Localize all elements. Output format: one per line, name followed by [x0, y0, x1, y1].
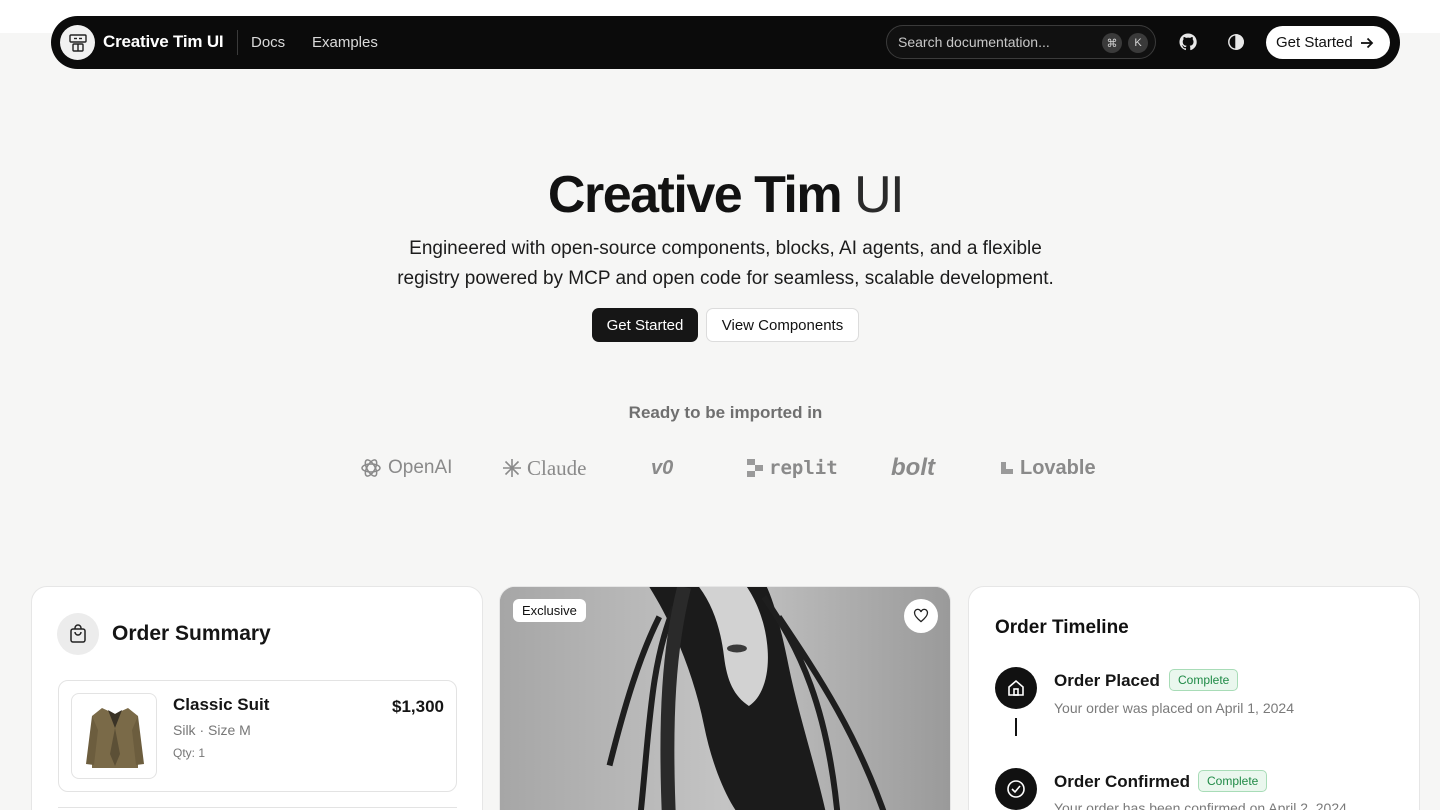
- nav-link-docs[interactable]: Docs: [251, 34, 285, 51]
- view-components-button[interactable]: View Components: [706, 308, 859, 342]
- status-badge: Complete: [1198, 770, 1268, 792]
- nav-divider: [237, 30, 238, 55]
- logo-openai-label: OpenAI: [388, 457, 453, 478]
- nav-link-examples[interactable]: Examples: [312, 34, 378, 51]
- timeline-step-name: Order Placed: [1054, 671, 1160, 690]
- claude-icon: [503, 459, 521, 477]
- timeline-connector: [1015, 718, 1017, 736]
- hero-title: Creative Tim UI: [0, 165, 1440, 225]
- item-name: Classic Suit: [173, 695, 270, 714]
- lovable-icon: [1001, 462, 1013, 474]
- shortcut-cmd-key: ⌘: [1102, 33, 1122, 53]
- timeline-step-description: Your order was placed on April 1, 2024: [1054, 700, 1294, 716]
- get-started-nav-label: Get Started: [1276, 34, 1353, 51]
- item-quantity: Qty: 1: [173, 746, 206, 760]
- logo-claude-label: Claude: [527, 455, 587, 480]
- order-timeline-card: Order Timeline Order Placed Complete You…: [968, 586, 1420, 810]
- github-icon[interactable]: [1177, 31, 1199, 53]
- logo-bolt-label: bolt: [891, 454, 935, 481]
- product-image-card[interactable]: Exclusive: [499, 586, 951, 810]
- logo-v0: v0: [651, 454, 673, 482]
- order-summary-card: Order Summary Classic Suit Silk · Size M…: [31, 586, 483, 810]
- brand-name[interactable]: Creative Tim UI: [103, 32, 224, 52]
- hero-title-bold: Creative Tim: [547, 166, 843, 224]
- hero-title-light: UI: [854, 166, 905, 224]
- logo-v0-label: v0: [651, 456, 674, 479]
- home-icon: [995, 667, 1037, 709]
- order-item[interactable]: Classic Suit Silk · Size M Qty: 1 $1,300: [58, 680, 457, 792]
- openai-icon: [361, 459, 381, 477]
- search-box[interactable]: ⌘ K: [886, 25, 1156, 59]
- logo-openai: OpenAI: [359, 454, 452, 482]
- arrow-right-icon: [1360, 37, 1373, 48]
- order-summary-title: Order Summary: [112, 622, 271, 645]
- heart-icon[interactable]: [904, 599, 938, 633]
- status-badge: Complete: [1169, 669, 1239, 691]
- theme-toggle-icon[interactable]: [1225, 31, 1247, 53]
- integrations-heading: Ready to be imported in: [628, 403, 823, 422]
- timeline-step-description: Your order has been confirmed on April 2…: [1054, 800, 1347, 810]
- search-input[interactable]: [898, 26, 1098, 58]
- logo-replit-label: replit: [769, 457, 838, 479]
- shopping-bag-icon: [57, 613, 99, 655]
- hero-subtitle-line-2: registry powered by MCP and open code fo…: [397, 268, 1054, 289]
- logo-lovable: Lovable: [999, 454, 1096, 482]
- item-meta: Silk · Size M: [173, 722, 251, 738]
- logo-lovable-label: Lovable: [1020, 456, 1096, 479]
- logo-icon[interactable]: [60, 25, 95, 60]
- logo-bolt: bolt: [891, 454, 935, 482]
- logo-replit: replit: [746, 454, 838, 482]
- order-timeline-title-text: Order Timeline: [995, 617, 1129, 638]
- exclusive-badge: Exclusive: [513, 599, 586, 622]
- timeline-step-name: Order Confirmed: [1054, 772, 1191, 791]
- product-thumbnail: [71, 693, 157, 779]
- logo-claude: Claude: [502, 454, 586, 482]
- hero-subtitle: Engineered with open-source components, …: [370, 234, 1081, 294]
- item-price: $1,300: [392, 697, 444, 716]
- order-timeline-title: Order Timeline: [995, 617, 1129, 639]
- get-started-button[interactable]: Get Started: [592, 308, 698, 342]
- check-circle-icon: [995, 768, 1037, 810]
- replit-icon: [747, 459, 763, 477]
- shortcut-k-key: K: [1128, 33, 1148, 53]
- hero-subtitle-line-1: Engineered with open-source components, …: [409, 238, 1042, 259]
- navbar: Creative Tim UI Docs Examples ⌘ K Get St…: [51, 16, 1400, 69]
- get-started-nav-button[interactable]: Get Started: [1266, 26, 1390, 59]
